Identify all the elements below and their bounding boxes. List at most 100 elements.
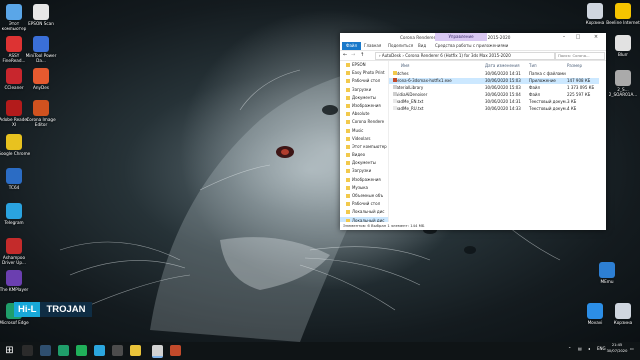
address-bar[interactable]: › AutoDesk › Corona Renderer 6 (Hotfix 1… bbox=[375, 52, 555, 60]
desktop-icon-label: CCleaner bbox=[4, 85, 24, 90]
nav-item[interactable]: Музыка bbox=[340, 184, 388, 192]
nav-item[interactable]: Документы bbox=[340, 94, 388, 102]
search-icon[interactable] bbox=[22, 345, 33, 356]
nav-item[interactable]: EPSON bbox=[340, 61, 388, 69]
app-icon bbox=[33, 68, 49, 84]
volume-icon[interactable]: ◂ bbox=[588, 346, 590, 351]
forward-arrow-icon[interactable]: → bbox=[351, 52, 355, 58]
app-icon bbox=[33, 4, 49, 20]
nav-item[interactable]: Corona Rendere bbox=[340, 118, 388, 126]
minimize-icon[interactable]: – bbox=[558, 33, 570, 41]
app-icon bbox=[615, 3, 631, 19]
file-type: Приложение bbox=[529, 78, 556, 83]
file-row[interactable]: Patches 30/06/2020 14:31 Папка с файлами bbox=[389, 71, 599, 77]
notifications-icon[interactable]: ▭ bbox=[630, 346, 634, 351]
nav-item[interactable]: Videolars bbox=[340, 135, 388, 143]
desktop-icon-label: 2_S... 2_SOAR01A... bbox=[608, 87, 638, 97]
tab-home[interactable]: Главная bbox=[364, 42, 381, 50]
up-arrow-icon[interactable]: ↑ bbox=[360, 52, 364, 58]
maximize-icon[interactable]: □ bbox=[572, 33, 584, 41]
file-row[interactable]: ReadMe_EN.txt 30/06/2020 14:31 Текстовый д… bbox=[389, 99, 599, 105]
desktop-icon[interactable]: 2_S... 2_SOAR01A... bbox=[606, 70, 640, 97]
corona-taskbar-icon[interactable] bbox=[170, 345, 181, 356]
nav-item[interactable]: Локальный дис bbox=[340, 208, 388, 216]
start-windows-icon[interactable]: ⊞ bbox=[4, 345, 15, 356]
desktop-icon[interactable]: Telegram bbox=[0, 203, 31, 225]
nav-item[interactable]: Объемные объ bbox=[340, 192, 388, 200]
file-name: corona-6-3dsmax-hotfix1.exe bbox=[393, 78, 452, 84]
column-date[interactable]: Дата изменения bbox=[485, 63, 520, 68]
desktop-icon[interactable]: Корзина bbox=[606, 303, 640, 325]
nav-item[interactable]: Этот компьютер bbox=[340, 143, 388, 151]
context-tab-manage[interactable]: Управление bbox=[435, 33, 487, 41]
tray-time[interactable]: 21:45 bbox=[606, 343, 628, 347]
desktop-icon[interactable]: Google Chrome bbox=[0, 134, 31, 156]
desktop-icon[interactable]: MEmu bbox=[590, 262, 624, 284]
desktop-icon-label: Корзина bbox=[613, 320, 633, 325]
app-blue-icon[interactable] bbox=[94, 345, 105, 356]
file-explorer-taskbar-icon[interactable] bbox=[152, 345, 163, 358]
nav-item-label: Музыка bbox=[352, 184, 368, 190]
nav-item[interactable]: Изображения bbox=[340, 102, 388, 110]
explorer-window[interactable]: Corona Renderer 6 (Hotfix 1) for 3ds Max… bbox=[340, 33, 606, 230]
desktop-icon[interactable]: AnyDes bbox=[24, 68, 58, 90]
app-yellow-icon[interactable] bbox=[130, 345, 141, 356]
tab-share[interactable]: Поделиться bbox=[388, 42, 413, 50]
nav-item-label: Absolute bbox=[352, 111, 370, 117]
tray-date[interactable]: 30/07/2020 bbox=[606, 349, 628, 353]
nav-item[interactable]: Изображения bbox=[340, 176, 388, 184]
file-type: Текстовый докум... bbox=[529, 106, 570, 111]
folder-icon bbox=[346, 79, 350, 84]
nav-item[interactable]: Music bbox=[340, 127, 388, 135]
file-date: 30/06/2020 14:33 bbox=[485, 106, 521, 111]
txt-icon bbox=[393, 99, 397, 103]
desktop-icon[interactable]: Ashampoo Driver Up... bbox=[0, 238, 31, 265]
tab-app-tools[interactable]: Средства работы с приложениями bbox=[435, 42, 508, 50]
search-input[interactable]: Поиск: Corona... bbox=[555, 52, 605, 60]
tray-lang[interactable]: ENG bbox=[597, 346, 606, 351]
desktop-icon[interactable]: Beeline Internet bbox=[606, 3, 640, 25]
txt-icon bbox=[393, 106, 397, 110]
app-green-icon[interactable] bbox=[76, 345, 87, 356]
task-view-icon[interactable] bbox=[40, 345, 51, 356]
desktop-icon[interactable]: MiniTool Power Da... bbox=[24, 36, 58, 63]
file-row[interactable]: corona-6-3dsmax-hotfix1.exe 30/06/2020 15… bbox=[389, 78, 599, 84]
desktop-icon[interactable]: Corona Image Editor bbox=[24, 100, 58, 127]
desktop-icon[interactable]: EPSON Scan bbox=[24, 4, 58, 26]
close-icon[interactable]: × bbox=[590, 33, 602, 41]
app-gray-icon[interactable] bbox=[112, 345, 123, 356]
navigation-pane: EPSON Easy Photo Print Рабочий стол Загрузк… bbox=[340, 61, 389, 222]
tab-view[interactable]: Вид bbox=[418, 42, 426, 50]
desktop-icon[interactable]: TC64 bbox=[0, 168, 31, 190]
file-name-text: ReadMe_EN.txt bbox=[393, 99, 424, 104]
exe-icon bbox=[393, 78, 397, 82]
tray-arrow-icon[interactable]: ⌃ bbox=[568, 346, 571, 351]
nav-item[interactable]: Рабочий стол bbox=[340, 200, 388, 208]
nav-item[interactable]: Easy Photo Print bbox=[340, 69, 388, 77]
app-icon bbox=[6, 4, 22, 20]
file-size: 147 908 КБ bbox=[567, 78, 591, 83]
column-name[interactable]: Имя bbox=[401, 63, 409, 68]
nav-item[interactable]: Документы bbox=[340, 159, 388, 167]
nav-item[interactable]: Видео bbox=[340, 151, 388, 159]
column-type[interactable]: Тип bbox=[529, 63, 537, 68]
file-row[interactable]: ReadMe_RU.txt 30/06/2020 14:33 Текстовый д… bbox=[389, 106, 599, 112]
status-text: Элементов: 6 Выбран 1 элемент: 144 МБ bbox=[343, 223, 425, 228]
network-icon[interactable]: ▤ bbox=[578, 346, 582, 351]
file-type: Файл bbox=[529, 85, 541, 90]
brand-left: Hi-L bbox=[14, 302, 41, 317]
file-row[interactable]: MaterialLibrary 30/06/2020 15:03 Файл 1 373… bbox=[389, 85, 599, 91]
desktop-icon[interactable]: Blurr bbox=[606, 35, 640, 57]
file-row[interactable]: NvidiaAiDenoiser 30/06/2020 15:04 Файл 225 … bbox=[389, 92, 599, 98]
nav-item[interactable]: Загрузки bbox=[340, 167, 388, 175]
nav-item-label: Corona Rendere bbox=[352, 119, 385, 125]
tab-file[interactable]: Файл bbox=[342, 42, 362, 50]
back-arrow-icon[interactable]: ← bbox=[343, 52, 347, 58]
desktop-icon[interactable]: The KMPlayer bbox=[0, 270, 31, 292]
nav-item[interactable]: Рабочий стол bbox=[340, 77, 388, 85]
nav-item-label: Этот компьютер bbox=[352, 143, 387, 149]
nav-item[interactable]: Absolute bbox=[340, 110, 388, 118]
edge-icon[interactable] bbox=[58, 345, 69, 356]
nav-item[interactable]: Загрузки bbox=[340, 86, 388, 94]
column-size[interactable]: Размер bbox=[567, 63, 582, 68]
